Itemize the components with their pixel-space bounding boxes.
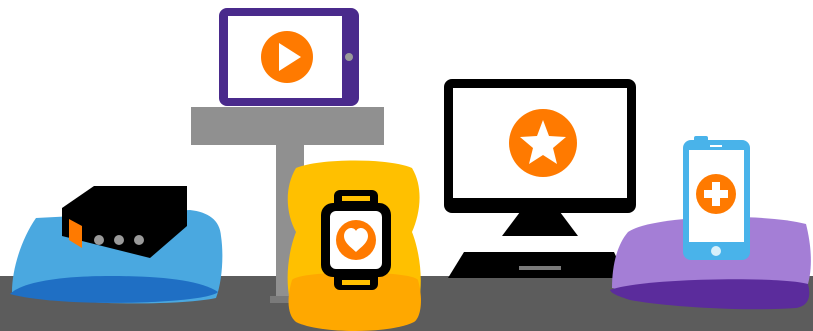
tablet-home-button <box>345 53 353 61</box>
scene-svg <box>0 8 813 331</box>
plus-icon <box>696 174 736 214</box>
keyboard <box>448 252 626 278</box>
phone-home-button <box>711 246 721 256</box>
monitor-stand <box>502 212 578 236</box>
play-icon <box>261 31 313 83</box>
dots-icon <box>94 235 144 245</box>
keyboard-key <box>519 266 561 270</box>
star-icon <box>509 109 577 177</box>
heart-icon <box>336 220 376 260</box>
device-illustration <box>0 0 813 331</box>
desktop-computer <box>444 79 636 278</box>
smartwatch <box>321 190 391 290</box>
tablet <box>219 8 359 106</box>
smartphone <box>683 136 750 260</box>
